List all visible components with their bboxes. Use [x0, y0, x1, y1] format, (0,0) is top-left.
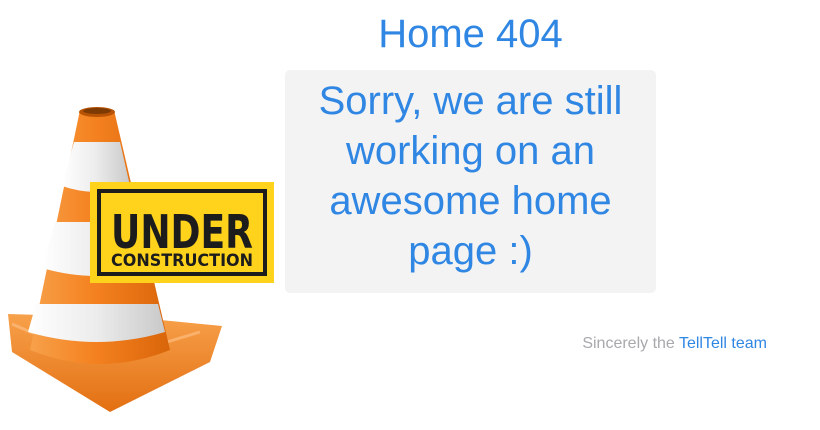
under-construction-sign: UNDER CONSTRUCTION	[90, 182, 274, 283]
page-title: Home 404	[378, 12, 563, 56]
signature: Sincerely the TellTell team	[582, 335, 767, 353]
sign-line-construction: CONSTRUCTION	[111, 251, 253, 271]
under-construction-illustration: UNDER CONSTRUCTION	[0, 100, 290, 420]
team-link[interactable]: TellTell team	[679, 335, 767, 352]
signature-prefix: Sincerely the	[582, 335, 679, 352]
traffic-cone-icon: UNDER CONSTRUCTION	[8, 107, 274, 412]
construction-message: Sorry, we are still working on an awesom…	[318, 79, 623, 273]
message-box: Sorry, we are still working on an awesom…	[285, 70, 656, 293]
